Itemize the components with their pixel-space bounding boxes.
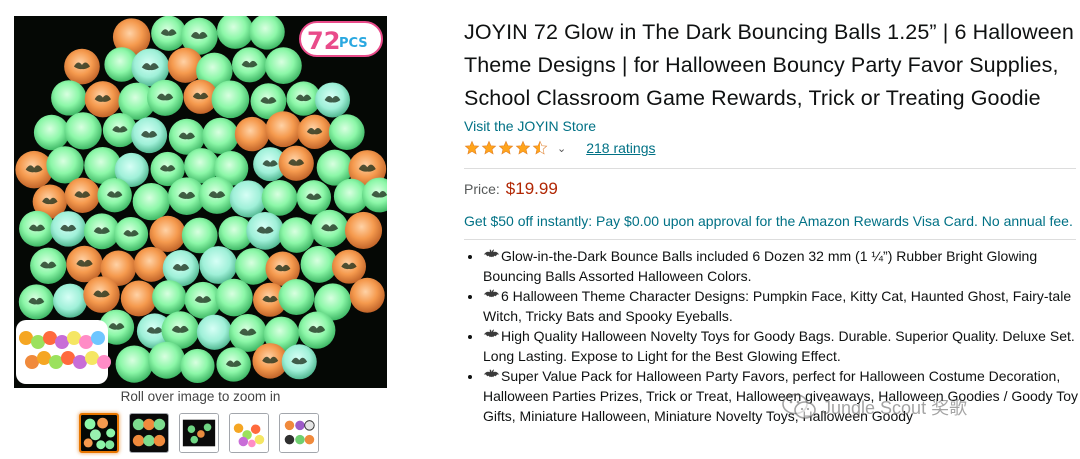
product-info: JOYIN 72 Glow in The Dark Bouncing Balls… xyxy=(464,16,1078,426)
glow-ball xyxy=(234,116,270,152)
feature-bullet: Super Value Pack for Halloween Party Fav… xyxy=(483,366,1080,426)
price-row: Price: $19.99 xyxy=(464,179,1076,199)
feature-bullet: High Quality Halloween Novelty Toys for … xyxy=(483,326,1080,366)
thumbnail-5[interactable] xyxy=(279,413,319,453)
thumbnail-3[interactable] xyxy=(179,413,219,453)
store-link[interactable]: Visit the JOYIN Store xyxy=(464,118,1076,135)
glow-ball xyxy=(264,47,302,85)
feature-bullets: Glow-in-the-Dark Bounce Balls included 6… xyxy=(464,246,1080,426)
pcs-badge-suffix: PCS xyxy=(339,36,368,51)
glow-ball xyxy=(120,280,157,317)
thumb-designs-image xyxy=(130,414,168,452)
main-product-image[interactable]: 72 PCS xyxy=(14,16,387,388)
glow-ball xyxy=(199,246,238,284)
glow-ball xyxy=(196,314,233,350)
glow-ball xyxy=(265,111,302,148)
glow-ball xyxy=(46,146,84,184)
glow-ball xyxy=(51,80,87,116)
glow-ball xyxy=(202,117,239,155)
bat-icon xyxy=(483,249,500,258)
thumb-colored-balls-image xyxy=(230,414,268,452)
daylight-inset-image xyxy=(16,320,111,384)
price-value: $19.99 xyxy=(505,179,558,198)
divider xyxy=(464,168,1076,169)
glow-ball xyxy=(261,179,298,216)
star-rating[interactable] xyxy=(464,140,548,156)
bat-icon xyxy=(483,329,500,338)
glow-ball xyxy=(180,348,215,384)
thumbnail-2[interactable] xyxy=(129,413,169,453)
glow-ball xyxy=(328,114,365,151)
feature-bullet-text: Glow-in-the-Dark Bounce Balls included 6… xyxy=(483,248,1038,284)
product-title: JOYIN 72 Glow in The Dark Bouncing Balls… xyxy=(464,20,1074,110)
glow-ball xyxy=(33,114,70,151)
glow-ball xyxy=(149,215,186,253)
star-full-icon xyxy=(481,140,497,155)
glow-ball xyxy=(217,16,254,49)
feature-bullet: Glow-in-the-Dark Bounce Balls included 6… xyxy=(483,246,1080,286)
promo-link[interactable]: Get $50 off instantly: Pay $0.00 upon ap… xyxy=(464,211,1076,231)
thumbnail-4[interactable] xyxy=(229,413,269,453)
glow-ball xyxy=(115,345,153,383)
glow-ball xyxy=(148,341,186,379)
rating-row: ⌄ 218 ratings xyxy=(464,138,1076,158)
chevron-down-icon[interactable]: ⌄ xyxy=(557,142,566,155)
star-full-icon xyxy=(498,140,514,155)
thumb-dark-balls-image xyxy=(180,414,218,452)
feature-bullet-text: Super Value Pack for Halloween Party Fav… xyxy=(483,368,1079,424)
star-full-icon xyxy=(464,140,480,155)
pcs-badge-number: 72 xyxy=(307,27,340,55)
glow-ball xyxy=(300,245,338,283)
thumb-halloween-designs-image xyxy=(280,414,318,452)
star-half-icon xyxy=(532,140,548,155)
glow-ball xyxy=(344,211,383,250)
divider xyxy=(464,239,1076,240)
bat-icon xyxy=(483,289,500,298)
glow-ball xyxy=(132,183,170,221)
glow-ball xyxy=(278,217,315,253)
glow-ball xyxy=(152,280,187,315)
glow-balls-image: 72PCS xyxy=(15,16,387,384)
feature-bullet-text: High Quality Halloween Novelty Toys for … xyxy=(483,328,1075,364)
glow-ball xyxy=(215,278,253,317)
ratings-count-link[interactable]: 218 ratings xyxy=(586,140,655,156)
glow-ball xyxy=(64,112,102,150)
glow-ball xyxy=(349,277,385,313)
feature-bullet: 6 Halloween Theme Character Designs: Pum… xyxy=(483,286,1080,326)
thumb-glow-balls-image xyxy=(81,415,117,451)
glow-ball xyxy=(249,16,285,50)
glow-ball xyxy=(53,283,88,318)
zoom-hint: Roll over image to zoom in xyxy=(120,389,281,404)
bat-icon xyxy=(483,369,500,378)
glow-ball xyxy=(211,80,250,119)
pcs-badge: 72PCS xyxy=(299,21,383,57)
glow-ball xyxy=(229,180,267,218)
star-full-icon xyxy=(515,140,531,155)
thumbnail-1[interactable] xyxy=(79,413,119,453)
glow-ball xyxy=(278,278,315,315)
feature-bullet-text: 6 Halloween Theme Character Designs: Pum… xyxy=(483,288,1072,324)
price-label: Price: xyxy=(464,181,500,197)
